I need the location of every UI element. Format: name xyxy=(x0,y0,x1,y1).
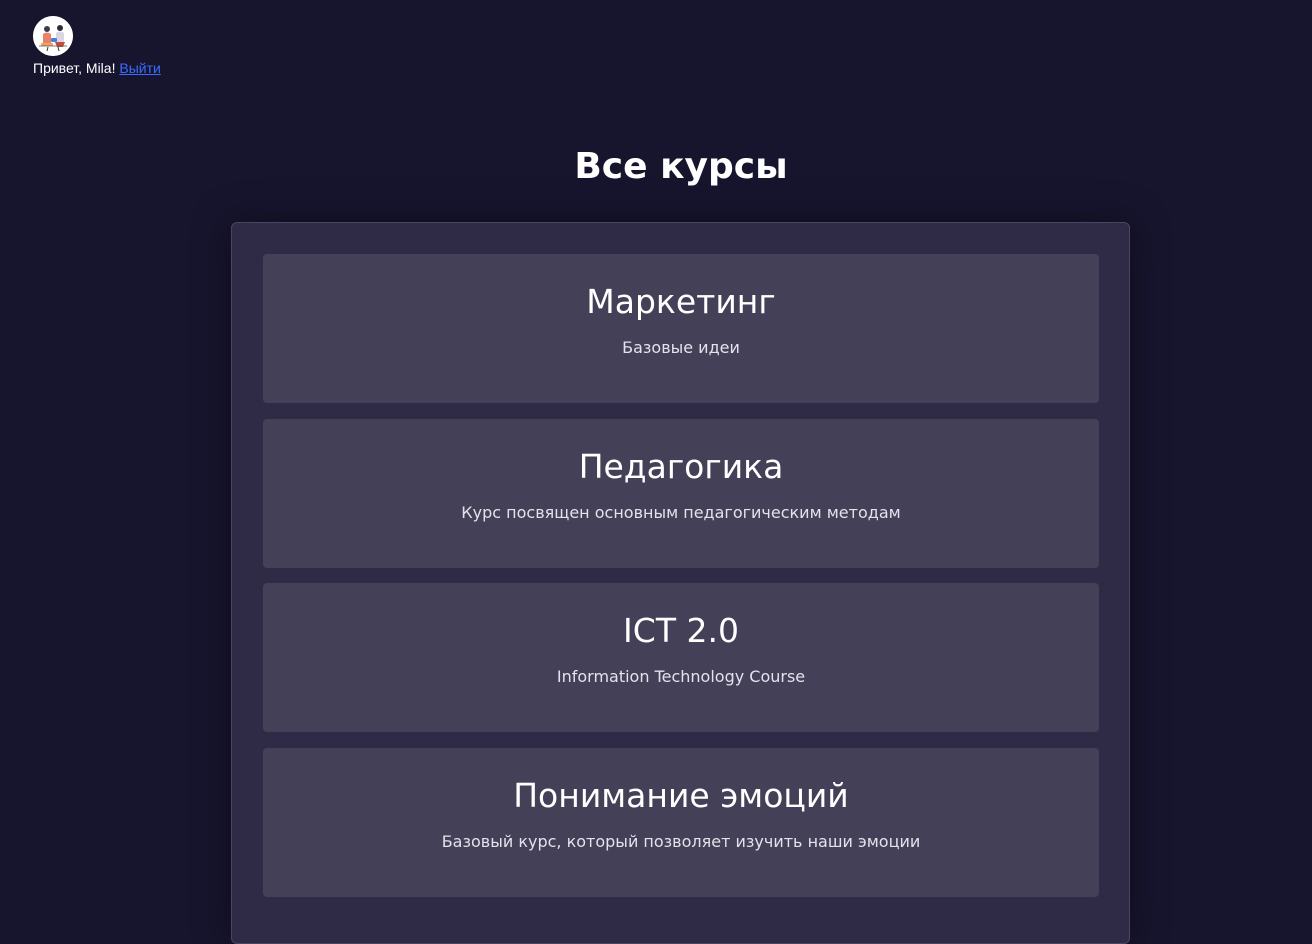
course-card-marketing[interactable]: Маркетинг Базовые идеи xyxy=(263,254,1099,403)
page-title: Все курсы xyxy=(574,146,788,187)
avatar[interactable] xyxy=(33,16,73,56)
logout-link[interactable]: Выйти xyxy=(119,60,160,76)
course-description: Курс посвящен основным педагогическим ме… xyxy=(461,503,901,522)
course-card-pedagogy[interactable]: Педагогика Курс посвящен основным педаго… xyxy=(263,419,1099,568)
courses-panel: Маркетинг Базовые идеи Педагогика Курс п… xyxy=(231,222,1130,944)
greeting-text: Привет, Mila! xyxy=(33,60,116,76)
course-description: Information Technology Course xyxy=(556,667,806,686)
course-title: Маркетинг xyxy=(586,282,776,321)
course-card-emotions[interactable]: Понимание эмоций Базовый курс, который п… xyxy=(263,748,1099,897)
course-description: Базовый курс, который позволяет изучить … xyxy=(441,832,921,851)
course-card-ict[interactable]: ICT 2.0 Information Technology Course xyxy=(263,583,1099,732)
course-title: Понимание эмоций xyxy=(513,776,849,815)
user-avatar-icon xyxy=(33,16,73,56)
course-title: ICT 2.0 xyxy=(623,611,739,650)
course-description: Базовые идеи xyxy=(622,338,740,357)
greeting-line: Привет, Mila! Выйти xyxy=(33,60,161,76)
user-header: Привет, Mila! Выйти xyxy=(33,16,161,76)
course-title: Педагогика xyxy=(578,447,784,486)
